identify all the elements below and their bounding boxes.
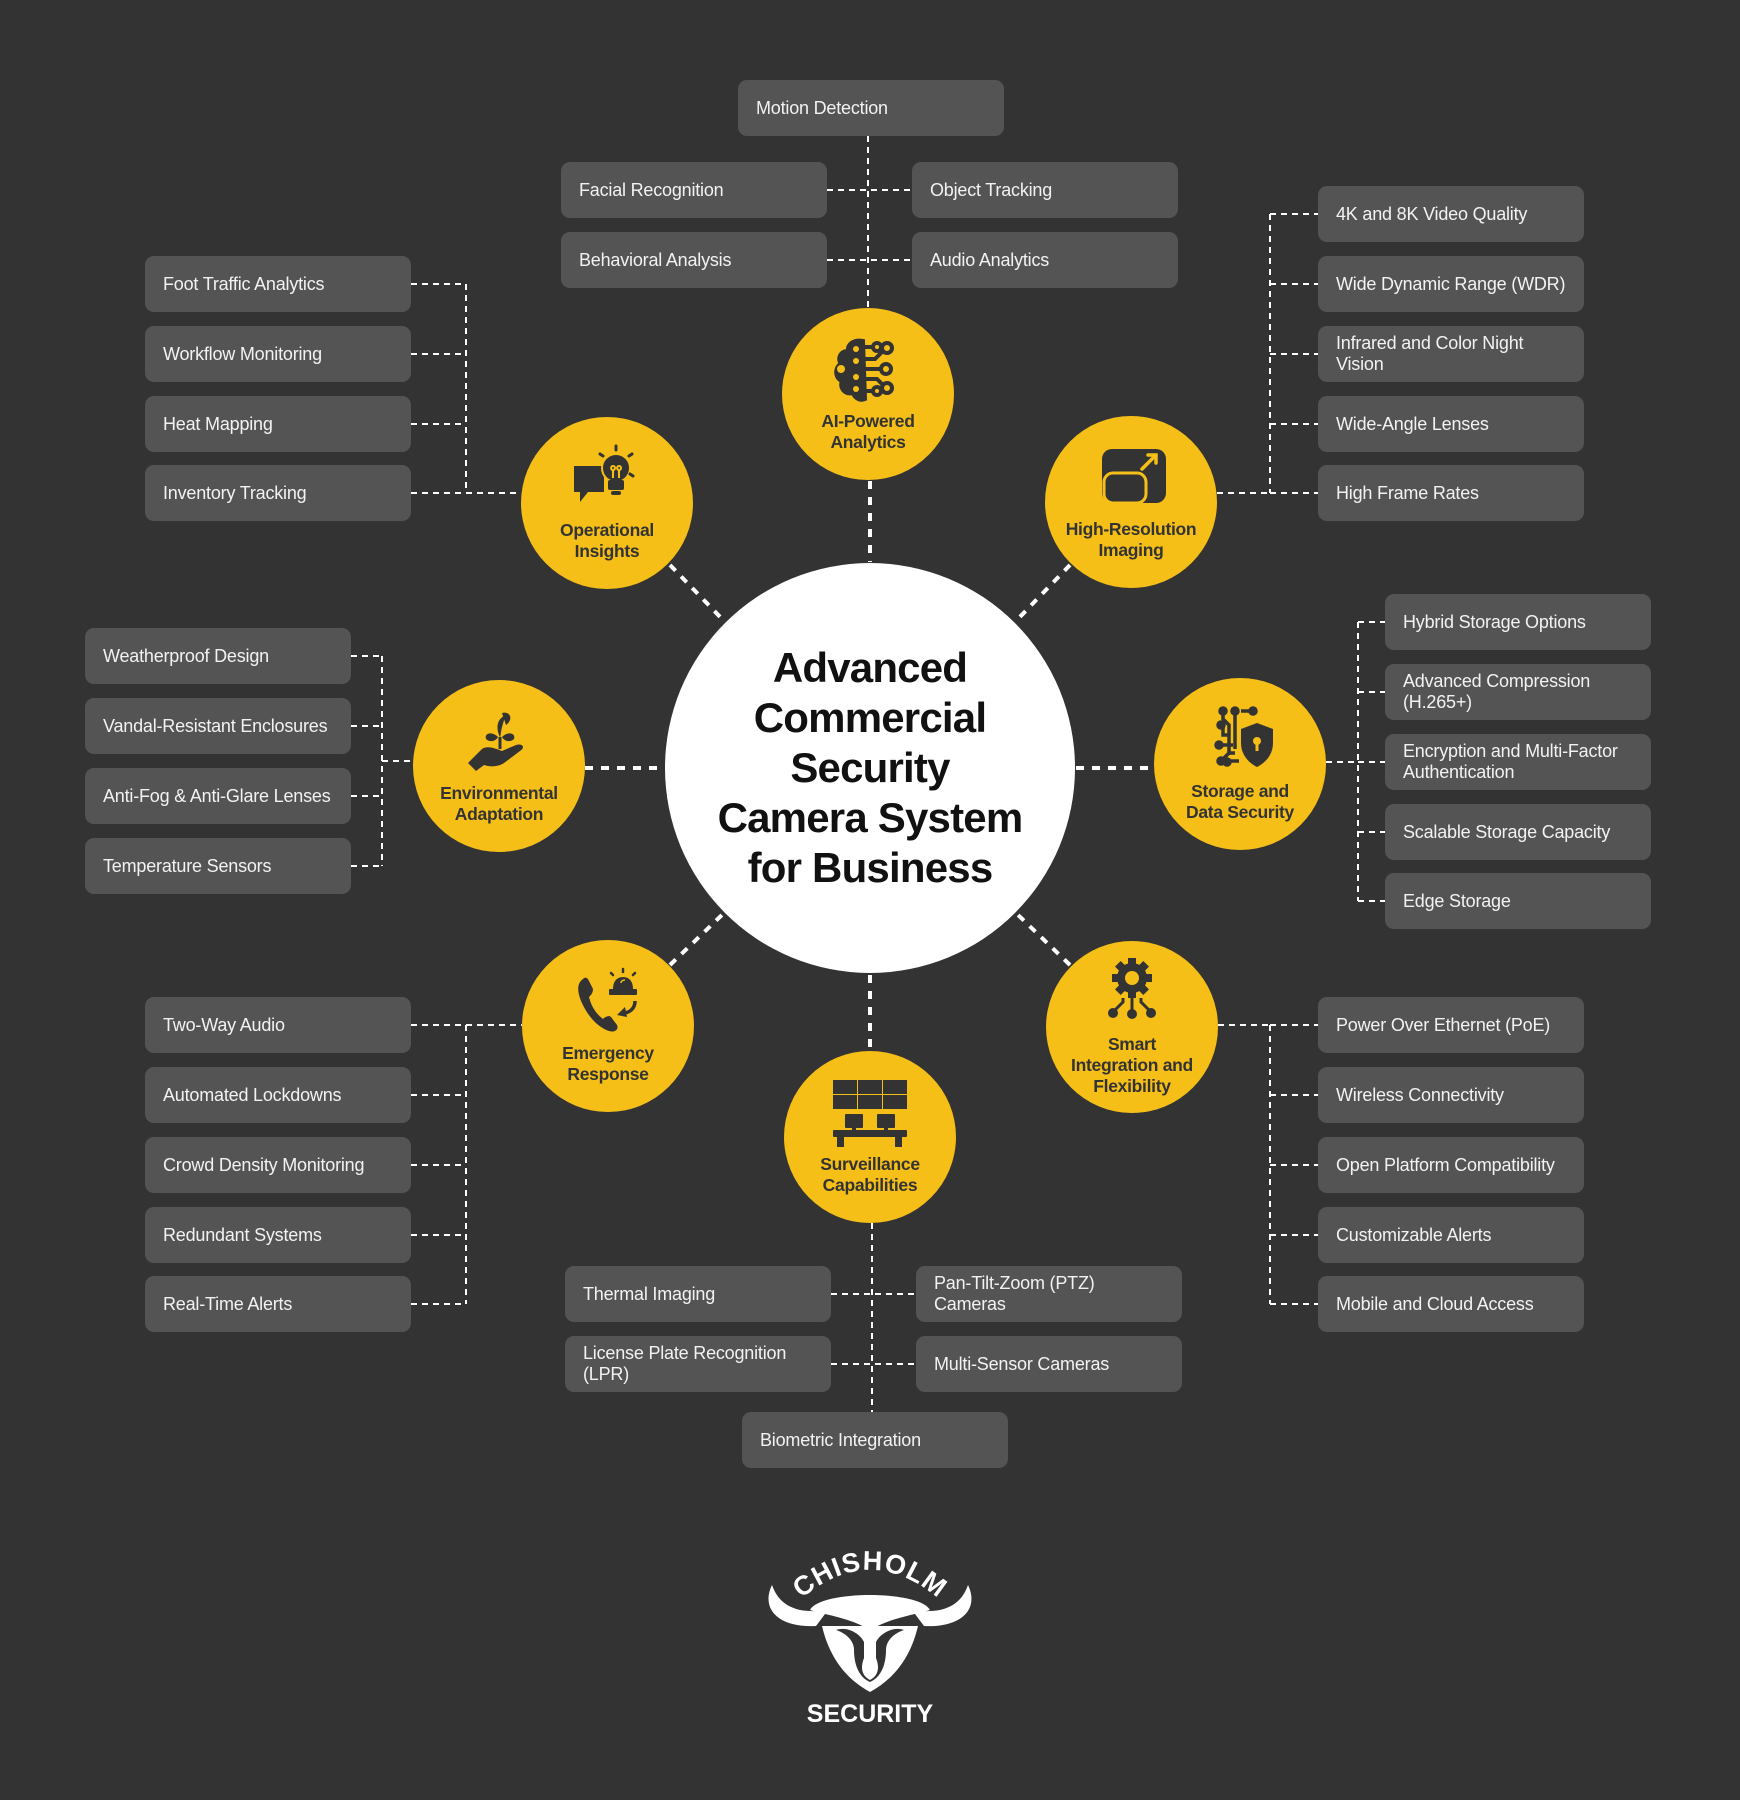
hub-ai-powered-analytics: AI-Powered Analytics	[782, 308, 954, 480]
feature-temperature-sensors: Temperature Sensors	[85, 838, 351, 894]
feature-object-tracking: Object Tracking	[912, 162, 1178, 218]
logo-top-text: CHISHOLM	[787, 1546, 952, 1604]
hub-storage-data-security: Storage and Data Security	[1154, 678, 1326, 850]
svg-text:CHISHOLM: CHISHOLM	[787, 1546, 953, 1604]
phone-siren-icon	[569, 967, 647, 1037]
hub-label: Smart Integration and Flexibility	[1071, 1033, 1193, 1096]
lightbulb-chat-icon	[568, 444, 646, 514]
connector-operational	[668, 563, 727, 624]
feature-night-vision: Infrared and Color Night Vision	[1318, 326, 1584, 382]
page-title: Advanced Commercial Security Camera Syst…	[717, 644, 1024, 891]
brand-logo: CHISHOLM SECURITY	[760, 1530, 980, 1730]
feature-wide-angle-lenses: Wide-Angle Lenses	[1318, 396, 1584, 452]
hub-environmental-adaptation: Environmental Adaptation	[413, 680, 585, 852]
feature-weatherproof-design: Weatherproof Design	[85, 628, 351, 684]
logo-bottom-text: SECURITY	[807, 1700, 934, 1728]
feature-vandal-resistant: Vandal-Resistant Enclosures	[85, 698, 351, 754]
feature-ptz-cameras: Pan-Tilt-Zoom (PTZ) Cameras	[916, 1266, 1182, 1322]
bull-shield-icon: CHISHOLM SECURITY	[768, 1546, 972, 1728]
feature-foot-traffic-analytics: Foot Traffic Analytics	[145, 256, 411, 312]
feature-lpr: License Plate Recognition (LPR)	[565, 1336, 831, 1392]
feature-inventory-tracking: Inventory Tracking	[145, 465, 411, 521]
feature-facial-recognition: Facial Recognition	[561, 162, 827, 218]
feature-anti-fog-glare: Anti-Fog & Anti-Glare Lenses	[85, 768, 351, 824]
feature-redundant-systems: Redundant Systems	[145, 1207, 411, 1263]
hub-operational-insights: Operational Insights	[521, 417, 693, 589]
feature-multi-sensor: Multi-Sensor Cameras	[916, 1336, 1182, 1392]
feature-open-platform: Open Platform Compatibility	[1318, 1137, 1584, 1193]
feature-real-time-alerts: Real-Time Alerts	[145, 1276, 411, 1332]
hub-emergency-response: Emergency Response	[522, 940, 694, 1112]
feature-crowd-density: Crowd Density Monitoring	[145, 1137, 411, 1193]
feature-mobile-cloud: Mobile and Cloud Access	[1318, 1276, 1584, 1332]
feature-audio-analytics: Audio Analytics	[912, 232, 1178, 288]
expand-screen-icon	[1092, 443, 1170, 513]
feature-thermal-imaging: Thermal Imaging	[565, 1266, 831, 1322]
circuit-shield-lock-icon	[1201, 705, 1279, 775]
feature-behavioral-analysis: Behavioral Analysis	[561, 232, 827, 288]
feature-scalable-storage: Scalable Storage Capacity	[1385, 804, 1651, 860]
feature-high-frame-rates: High Frame Rates	[1318, 465, 1584, 521]
hand-plant-icon	[460, 707, 538, 777]
video-wall-icon	[831, 1078, 909, 1148]
feature-4k-8k-video: 4K and 8K Video Quality	[1318, 186, 1584, 242]
hub-smart-integration: Smart Integration and Flexibility	[1046, 941, 1218, 1113]
feature-edge-storage: Edge Storage	[1385, 873, 1651, 929]
hub-label: Surveillance Capabilities	[820, 1154, 920, 1195]
feature-wdr: Wide Dynamic Range (WDR)	[1318, 256, 1584, 312]
hub-surveillance-capabilities: Surveillance Capabilities	[784, 1051, 956, 1223]
hub-label: Storage and Data Security	[1186, 781, 1294, 822]
feature-advanced-compression: Advanced Compression (H.265+)	[1385, 664, 1651, 720]
connector-smart	[1013, 910, 1072, 967]
gear-network-icon	[1093, 957, 1171, 1028]
hub-label: AI-Powered Analytics	[821, 411, 915, 452]
feature-encryption-mfa: Encryption and Multi-Factor Authenticati…	[1385, 734, 1651, 790]
hub-high-resolution-imaging: High-Resolution Imaging	[1045, 416, 1217, 588]
hub-label: Emergency Response	[562, 1043, 654, 1084]
feature-poe: Power Over Ethernet (PoE)	[1318, 997, 1584, 1053]
feature-hybrid-storage: Hybrid Storage Options	[1385, 594, 1651, 650]
feature-two-way-audio: Two-Way Audio	[145, 997, 411, 1053]
feature-biometric: Biometric Integration	[742, 1412, 1008, 1468]
connector-highres	[1013, 563, 1072, 624]
connector-emergency	[668, 910, 727, 967]
feature-customizable-alerts: Customizable Alerts	[1318, 1207, 1584, 1263]
feature-heat-mapping: Heat Mapping	[145, 396, 411, 452]
hub-label: Environmental Adaptation	[440, 783, 558, 824]
hub-label: Operational Insights	[560, 520, 654, 561]
feature-automated-lockdowns: Automated Lockdowns	[145, 1067, 411, 1123]
center-topic: Advanced Commercial Security Camera Syst…	[665, 563, 1075, 973]
hub-label: High-Resolution Imaging	[1065, 519, 1197, 560]
feature-wireless: Wireless Connectivity	[1318, 1067, 1584, 1123]
brain-circuit-icon	[829, 335, 907, 405]
feature-workflow-monitoring: Workflow Monitoring	[145, 326, 411, 382]
feature-motion-detection: Motion Detection	[738, 80, 1004, 136]
